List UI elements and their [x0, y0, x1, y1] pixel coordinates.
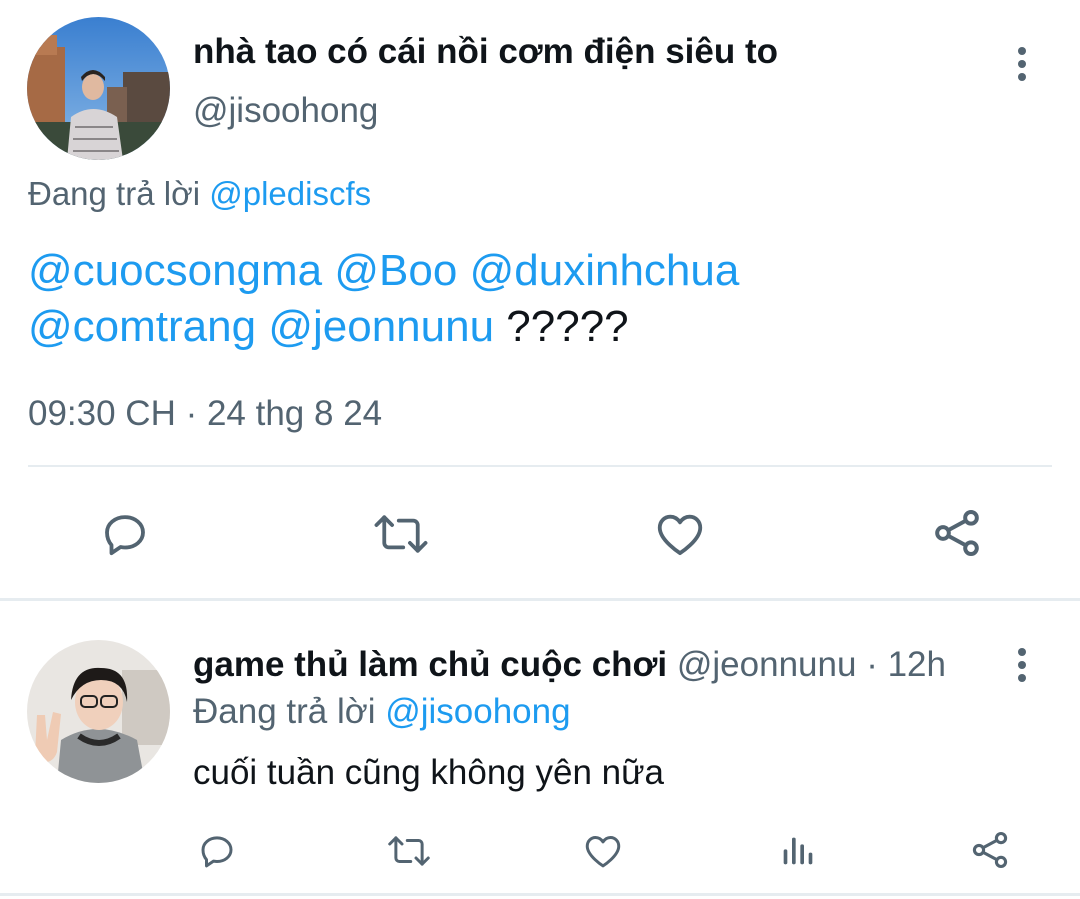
tweet-timestamp[interactable]: 09:30 CH · 24 thg 8 24	[28, 394, 382, 434]
mention[interactable]: @duxinhchua	[470, 246, 740, 295]
reply-more-options-icon[interactable]	[1017, 648, 1027, 682]
author-handle[interactable]: @jisoohong	[193, 91, 378, 131]
mention[interactable]: @cuocsongma	[28, 246, 322, 295]
mention[interactable]: @comtrang	[28, 302, 256, 351]
share-icon[interactable]	[968, 828, 1012, 872]
reply-author-avatar[interactable]	[27, 640, 170, 783]
divider	[0, 893, 1080, 896]
reply-icon[interactable]	[98, 507, 152, 561]
author-avatar[interactable]	[27, 17, 170, 160]
replying-to-handle[interactable]: @plediscfs	[209, 175, 371, 212]
author-avatar-photo	[27, 17, 170, 160]
retweet-icon[interactable]	[372, 507, 430, 561]
replying-to-prefix: Đang trả lời	[193, 692, 376, 731]
reply-time-ago[interactable]: 12h	[888, 645, 946, 684]
mention[interactable]: @Boo	[334, 246, 457, 295]
reply-replying-to-line: Đang trả lời @jisoohong	[193, 692, 571, 732]
meta-separator: ·	[866, 645, 878, 684]
like-icon[interactable]	[653, 507, 707, 561]
mention[interactable]: @jeonnunu	[268, 302, 494, 351]
reply-icon[interactable]	[196, 830, 238, 872]
share-icon[interactable]	[929, 505, 985, 561]
reply-author-display-name[interactable]: game thủ làm chủ cuộc chơi	[193, 645, 667, 684]
reply-body: cuối tuần cũng không yên nữa	[193, 753, 664, 792]
replying-to-line: Đang trả lời @plediscfs	[28, 174, 371, 214]
reply-header: game thủ làm chủ cuộc chơi @jeonnunu · 1…	[193, 645, 946, 685]
reply-author-avatar-photo	[27, 640, 170, 783]
divider	[28, 465, 1052, 467]
retweet-icon[interactable]	[386, 830, 432, 872]
replying-to-prefix: Đang trả lời	[28, 175, 201, 212]
more-options-icon[interactable]	[1017, 47, 1027, 81]
replying-to-handle[interactable]: @jisoohong	[385, 692, 570, 731]
reply-author-handle[interactable]: @jeonnunu	[677, 645, 857, 684]
section-divider	[0, 598, 1080, 601]
tweet-body-text: ?????	[506, 302, 629, 351]
tweet-body: @cuocsongma @Boo @duxinhchua @comtrang @…	[28, 243, 1038, 355]
analytics-icon[interactable]	[777, 830, 817, 872]
like-icon[interactable]	[582, 830, 624, 872]
author-display-name[interactable]: nhà tao có cái nồi cơm điện siêu to	[193, 32, 778, 72]
